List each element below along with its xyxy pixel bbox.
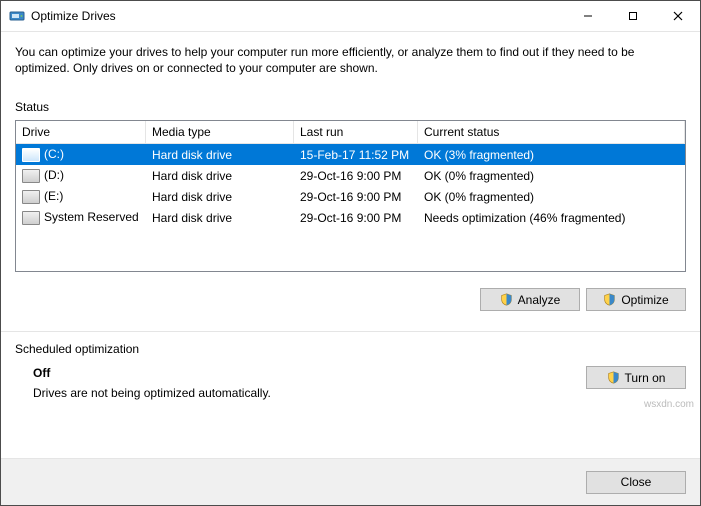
analyze-button[interactable]: Analyze <box>480 288 580 311</box>
current-status: OK (3% fragmented) <box>418 144 685 166</box>
last-run: 15-Feb-17 11:52 PM <box>294 144 418 166</box>
drive-optimize-icon <box>9 8 25 24</box>
drive-icon <box>22 211 40 225</box>
optimize-button[interactable]: Optimize <box>586 288 686 311</box>
drive-name: (D:) <box>44 168 64 182</box>
maximize-button[interactable] <box>610 1 655 31</box>
watermark: wsxdn.com <box>644 399 694 410</box>
media-type: Hard disk drive <box>146 186 294 208</box>
table-row[interactable]: System Reserved Hard disk drive29-Oct-16 … <box>16 207 685 228</box>
schedule-label: Scheduled optimization <box>15 342 686 356</box>
intro-text: You can optimize your drives to help you… <box>15 44 686 76</box>
current-status: OK (0% fragmented) <box>418 165 685 187</box>
current-status: OK (0% fragmented) <box>418 186 685 208</box>
media-type: Hard disk drive <box>146 207 294 229</box>
col-status[interactable]: Current status <box>418 121 685 143</box>
close-button[interactable] <box>655 1 700 31</box>
table-row[interactable]: (E:) Hard disk drive29-Oct-16 9:00 PMOK (… <box>16 186 685 207</box>
shield-icon <box>603 293 616 306</box>
schedule-text: Off Drives are not being optimized autom… <box>33 366 271 400</box>
media-type: Hard disk drive <box>146 144 294 166</box>
list-body: (C:)Hard disk drive15-Feb-17 11:52 PMOK … <box>16 144 685 228</box>
turn-on-label: Turn on <box>625 371 666 385</box>
current-status: Needs optimization (46% fragmented) <box>418 207 685 229</box>
schedule-state: Off <box>33 366 271 380</box>
content-area: You can optimize your drives to help you… <box>1 32 700 458</box>
shield-icon <box>500 293 513 306</box>
footer: Close <box>1 458 700 505</box>
col-drive[interactable]: Drive <box>16 121 146 143</box>
window-controls <box>565 1 700 31</box>
optimize-drives-window: Optimize Drives You can optimize your dr… <box>0 0 701 506</box>
drive-name: System Reserved <box>44 210 139 224</box>
close-label: Close <box>621 475 652 489</box>
drive-name: (E:) <box>44 189 63 203</box>
schedule-desc: Drives are not being optimized automatic… <box>33 386 271 400</box>
minimize-button[interactable] <box>565 1 610 31</box>
last-run: 29-Oct-16 9:00 PM <box>294 186 418 208</box>
optimize-label: Optimize <box>621 293 668 307</box>
col-last[interactable]: Last run <box>294 121 418 143</box>
drive-name: (C:) <box>44 147 64 161</box>
media-type: Hard disk drive <box>146 165 294 187</box>
col-media[interactable]: Media type <box>146 121 294 143</box>
title-bar: Optimize Drives <box>1 1 700 32</box>
drive-icon <box>22 169 40 183</box>
drive-icon <box>22 190 40 204</box>
list-header: Drive Media type Last run Current status <box>16 121 685 144</box>
schedule-body: Off Drives are not being optimized autom… <box>15 366 686 400</box>
last-run: 29-Oct-16 9:00 PM <box>294 165 418 187</box>
table-row[interactable]: (D:) Hard disk drive29-Oct-16 9:00 PMOK (… <box>16 165 685 186</box>
drive-icon <box>22 148 40 162</box>
shield-icon <box>607 371 620 384</box>
drives-list: Drive Media type Last run Current status… <box>15 120 686 272</box>
separator <box>1 331 700 332</box>
analyze-label: Analyze <box>518 293 561 307</box>
status-label: Status <box>15 100 686 114</box>
table-row[interactable]: (C:) Hard disk drive15-Feb-17 11:52 PMOK … <box>16 144 685 165</box>
close-footer-button[interactable]: Close <box>586 471 686 494</box>
window-title: Optimize Drives <box>31 9 116 23</box>
last-run: 29-Oct-16 9:00 PM <box>294 207 418 229</box>
turn-on-button[interactable]: Turn on <box>586 366 686 389</box>
status-buttons: Analyze Optimize <box>15 288 686 311</box>
